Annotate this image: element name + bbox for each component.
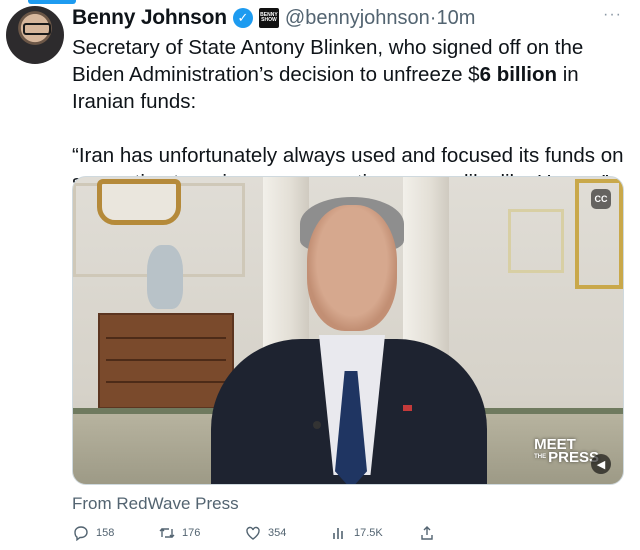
more-icon[interactable]: ··· <box>603 6 622 24</box>
captions-icon[interactable]: CC <box>591 189 611 209</box>
avatar[interactable] <box>6 6 64 64</box>
retweet-count: 176 <box>182 527 201 539</box>
share-button[interactable] <box>418 524 436 542</box>
tweet-paragraph-1: Secretary of State Antony Blinken, who s… <box>72 36 584 113</box>
like-count: 354 <box>268 527 287 539</box>
source-attribution[interactable]: From RedWave Press <box>72 494 239 514</box>
bar-chart-icon <box>330 524 348 542</box>
reply-button[interactable]: 158 <box>72 524 114 542</box>
views-button[interactable]: 17.5K <box>330 524 383 542</box>
tweet-header: Benny Johnson ✓ BENNY SHOW @bennyjohnson·… <box>72 4 475 32</box>
handle[interactable]: @bennyjohnson·10m <box>285 7 475 30</box>
share-icon <box>418 524 436 542</box>
retweet-button[interactable]: 176 <box>158 524 200 542</box>
mirror <box>97 179 181 225</box>
timestamp: 10m <box>436 6 476 29</box>
video-player[interactable]: CC MEET THE PRESS ◀ <box>72 176 624 485</box>
speaker-head <box>307 205 397 331</box>
retweet-icon <box>158 524 176 542</box>
view-count: 17.5K <box>354 527 383 539</box>
affiliation-badge[interactable]: BENNY SHOW <box>258 8 279 28</box>
action-bar: 158 176 354 17.5K <box>72 524 452 544</box>
flag-pin <box>403 405 412 411</box>
display-name[interactable]: Benny Johnson <box>72 6 227 30</box>
vase <box>147 245 183 309</box>
heart-icon <box>244 524 262 542</box>
lapel-mic <box>313 421 321 429</box>
meet-the-press-logo: MEET THE PRESS <box>534 436 599 466</box>
tweet: Benny Johnson ✓ BENNY SHOW @bennyjohnson·… <box>0 0 640 550</box>
tweet-text: Secretary of State Antony Blinken, who s… <box>72 34 632 196</box>
reply-icon <box>72 524 90 542</box>
verified-icon: ✓ <box>232 8 253 28</box>
like-button[interactable]: 354 <box>244 524 286 542</box>
reply-count: 158 <box>96 527 115 539</box>
dresser <box>98 313 234 409</box>
speaker-icon[interactable]: ◀ <box>591 454 611 474</box>
